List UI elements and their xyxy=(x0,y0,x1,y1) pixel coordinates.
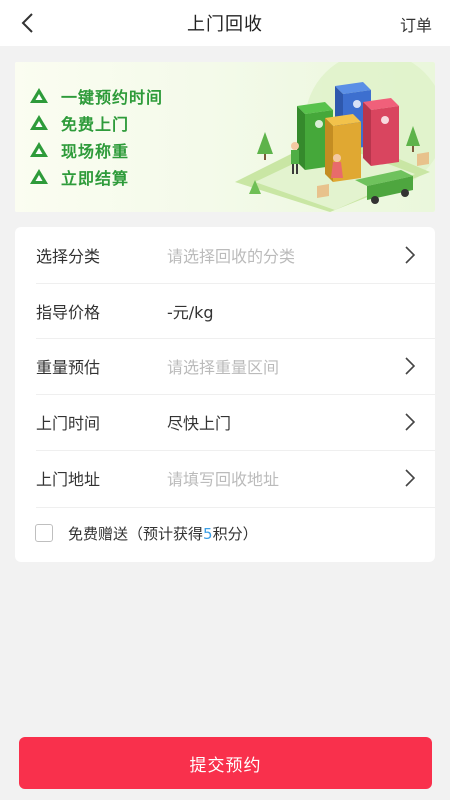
chevron-left-icon xyxy=(21,13,33,33)
pickup-time-label: 上门时间 xyxy=(36,414,101,433)
recycle-icon xyxy=(30,169,48,184)
gift-points: 5 xyxy=(203,524,213,543)
gift-text: 免费赠送（预计获得5积分） xyxy=(68,523,258,544)
chevron-right-icon xyxy=(405,357,415,375)
chevron-right-icon xyxy=(405,246,415,264)
slogan-item: 一键预约时间 xyxy=(29,82,163,109)
category-label: 选择分类 xyxy=(36,247,101,266)
price-label: 指导价格 xyxy=(36,303,101,322)
recycle-form: 选择分类 请选择回收的分类 指导价格 -元/kg 重量预估 请选择重量区间 上门… xyxy=(15,227,435,562)
nav-bar: 上门回收 订单 xyxy=(0,0,450,46)
divider xyxy=(36,507,435,508)
submit-button[interactable]: 提交预约 xyxy=(19,737,432,789)
slogan-text: 现场称重 xyxy=(61,141,130,161)
address-label: 上门地址 xyxy=(36,470,101,489)
weight-label: 重量预估 xyxy=(36,358,101,377)
free-gift-option: 免费赠送（预计获得5积分） xyxy=(35,523,258,543)
recycling-bins-illustration xyxy=(235,62,435,212)
chevron-right-icon xyxy=(405,469,415,487)
weight-row[interactable]: 重量预估 请选择重量区间 xyxy=(15,338,435,394)
recycle-icon xyxy=(30,88,48,103)
category-row[interactable]: 选择分类 请选择回收的分类 xyxy=(15,227,435,283)
slogan-item: 现场称重 xyxy=(29,136,163,163)
back-button[interactable] xyxy=(14,9,40,37)
gift-prefix: 免费赠送（预计获得 xyxy=(68,524,204,543)
pickup-time-row[interactable]: 上门时间 尽快上门 xyxy=(15,394,435,450)
price-value: -元/kg xyxy=(167,303,214,322)
slogan-text: 免费上门 xyxy=(61,114,130,134)
recycle-icon xyxy=(30,142,48,157)
category-value: 请选择回收的分类 xyxy=(167,247,296,266)
slogan-item: 立即结算 xyxy=(29,163,163,190)
slogan-list: 一键预约时间 免费上门 现场称重 立即结算 xyxy=(29,82,163,190)
recycle-icon xyxy=(30,115,48,130)
price-row: 指导价格 -元/kg xyxy=(15,283,435,339)
gift-checkbox[interactable] xyxy=(35,524,53,542)
weight-value: 请选择重量区间 xyxy=(167,358,280,377)
orders-link[interactable]: 订单 xyxy=(400,12,432,36)
gift-suffix: 积分） xyxy=(212,524,258,543)
address-row[interactable]: 上门地址 请填写回收地址 xyxy=(15,450,435,506)
address-value: 请填写回收地址 xyxy=(167,470,280,489)
pickup-time-value: 尽快上门 xyxy=(167,414,232,433)
slogan-text: 立即结算 xyxy=(61,168,130,188)
promo-banner: 一键预约时间 免费上门 现场称重 立即结算 xyxy=(15,62,435,212)
slogan-item: 免费上门 xyxy=(29,109,163,136)
page-title: 上门回收 xyxy=(187,14,263,35)
chevron-right-icon xyxy=(405,413,415,431)
slogan-text: 一键预约时间 xyxy=(61,87,164,107)
